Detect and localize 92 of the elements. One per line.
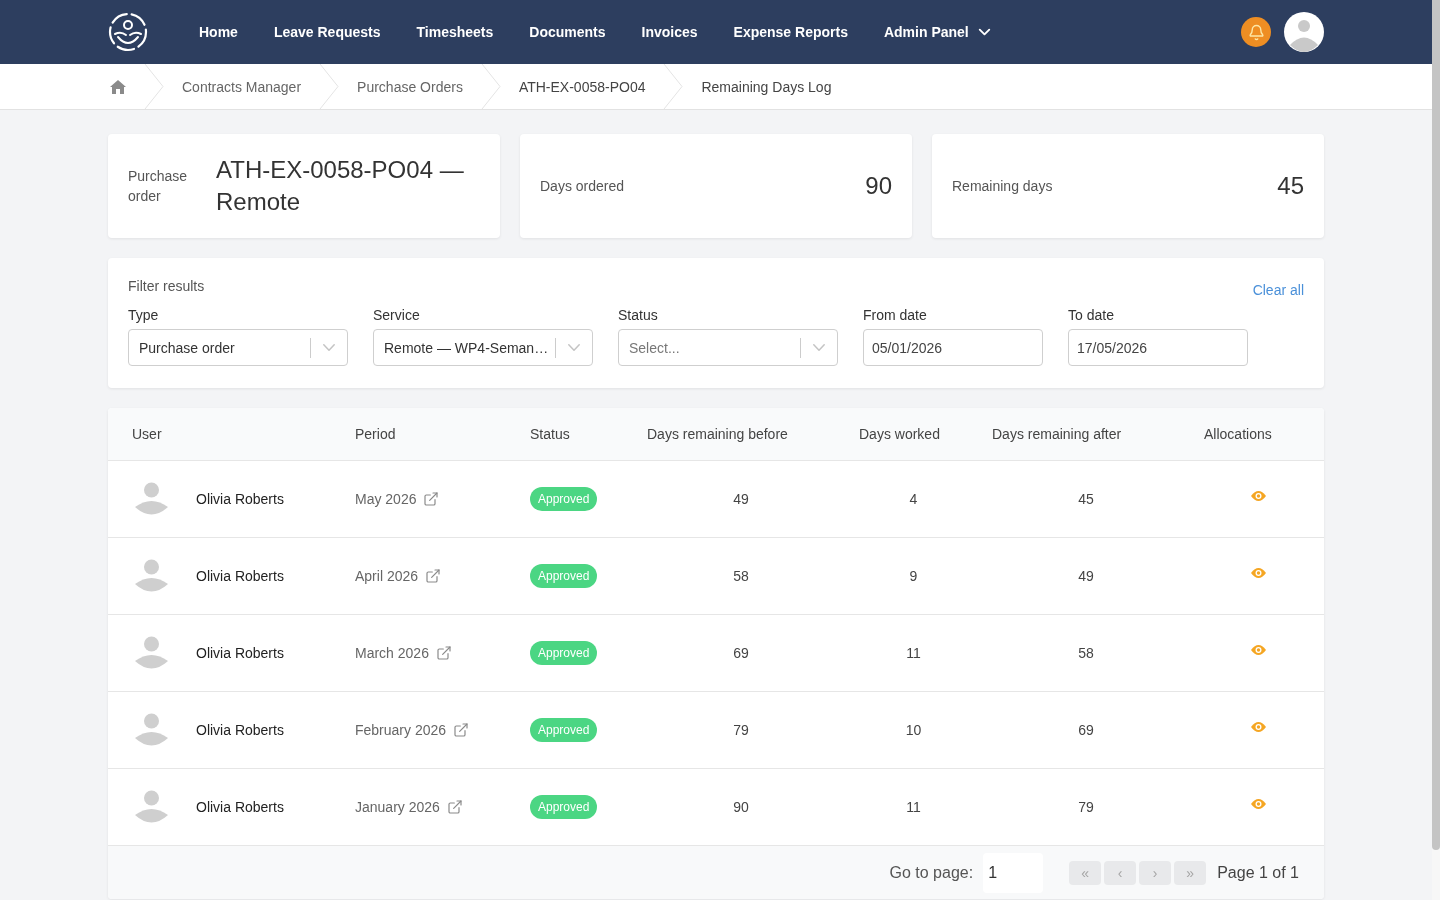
user-avatar-icon bbox=[135, 636, 168, 670]
page-info: Page 1 of 1 bbox=[1217, 863, 1299, 882]
nav-link[interactable]: Timesheets bbox=[416, 24, 494, 40]
go-to-page-label: Go to page: bbox=[889, 863, 974, 882]
eye-icon[interactable] bbox=[1250, 645, 1266, 655]
stat-value: 90 bbox=[865, 172, 892, 200]
select-field[interactable]: Purchase order bbox=[128, 329, 348, 366]
table-cell-text: 4 bbox=[908, 491, 919, 507]
eye-icon[interactable] bbox=[1250, 491, 1266, 501]
table-cell-text: 45 bbox=[1077, 491, 1095, 507]
eye-icon[interactable] bbox=[1250, 799, 1266, 809]
select-field[interactable]: Remote — WP4-Seman… bbox=[373, 329, 593, 366]
table-cell-text: 9 bbox=[908, 568, 919, 584]
column-header: Days remaining after bbox=[991, 426, 1123, 442]
user-avatar-icon bbox=[135, 559, 168, 593]
field-label: Status bbox=[618, 307, 659, 323]
field-label: To date bbox=[1068, 307, 1115, 323]
user-avatar-icon bbox=[135, 713, 168, 747]
select-field[interactable]: Select... bbox=[618, 329, 838, 366]
column-header: Days remaining before bbox=[646, 426, 789, 442]
external-link-icon[interactable] bbox=[425, 568, 442, 584]
external-link-icon[interactable] bbox=[453, 722, 470, 738]
date-field[interactable]: 17/05/2026 bbox=[1068, 329, 1248, 366]
status-badge: Approved bbox=[530, 641, 598, 665]
user-name: Olivia Roberts bbox=[196, 722, 284, 738]
status-badge: Approved bbox=[530, 564, 598, 588]
purchase-order-title: ATH-EX-0058-PO04 — Remote bbox=[216, 155, 465, 217]
breadcrumb-link[interactable]: Purchase Orders bbox=[357, 78, 463, 95]
stat-value: 45 bbox=[1277, 172, 1304, 200]
nav-link[interactable]: Documents bbox=[529, 24, 606, 40]
external-link-icon[interactable] bbox=[435, 645, 452, 661]
external-link-icon[interactable] bbox=[446, 799, 463, 815]
status-badge: Approved bbox=[530, 795, 598, 819]
nav-link[interactable]: Expense Reports bbox=[733, 24, 848, 40]
period-link[interactable]: April 2026 bbox=[355, 568, 419, 584]
status-badge: Approved bbox=[530, 487, 598, 511]
table-cell-text: 90 bbox=[732, 799, 750, 815]
card-label: Purchase order bbox=[128, 167, 189, 206]
table-cell-text: 58 bbox=[732, 568, 750, 584]
breadcrumb-link[interactable]: ATH-EX-0058-PO04 bbox=[518, 78, 646, 95]
status-badge: Approved bbox=[530, 718, 598, 742]
user-avatar-icon bbox=[135, 790, 168, 824]
breadcrumb-link[interactable]: Contracts Manager bbox=[182, 78, 302, 95]
table-cell-text: 10 bbox=[904, 722, 923, 738]
eye-icon[interactable] bbox=[1250, 722, 1266, 732]
field-label: Service bbox=[373, 307, 421, 323]
table-cell-text: 79 bbox=[732, 722, 750, 738]
period-link[interactable]: May 2026 bbox=[355, 491, 417, 507]
card-label: Remaining days bbox=[952, 177, 1053, 196]
period-link[interactable]: February 2026 bbox=[355, 722, 447, 738]
table-cell-text: 49 bbox=[732, 491, 750, 507]
table-cell-text: 11 bbox=[905, 645, 922, 661]
logo-icon[interactable] bbox=[108, 12, 148, 52]
column-header: User bbox=[131, 426, 163, 442]
nav-link[interactable]: Leave Requests bbox=[273, 24, 381, 40]
table-cell-text: 49 bbox=[1077, 568, 1095, 584]
filter-title: Filter results bbox=[128, 278, 205, 294]
chevron-down-icon bbox=[813, 344, 825, 351]
card-label: Days ordered bbox=[540, 177, 625, 196]
chevron-down-icon bbox=[323, 344, 335, 351]
chevron-down-icon bbox=[978, 29, 990, 35]
nav-link[interactable]: Invoices bbox=[641, 24, 698, 40]
scrollbar-thumb[interactable] bbox=[1432, 0, 1440, 850]
user-name: Olivia Roberts bbox=[196, 491, 284, 507]
user-name: Olivia Roberts bbox=[196, 799, 284, 815]
user-name: Olivia Roberts bbox=[196, 645, 284, 661]
admin-panel-menu[interactable]: Admin Panel bbox=[883, 24, 990, 40]
field-label: Type bbox=[128, 307, 160, 323]
period-link[interactable]: March 2026 bbox=[355, 645, 429, 661]
home-icon[interactable] bbox=[110, 79, 126, 94]
table-cell-text: 69 bbox=[732, 645, 750, 661]
external-link-icon[interactable] bbox=[423, 491, 440, 507]
page-number-field[interactable]: 1 bbox=[983, 852, 1044, 893]
breadcrumb-link[interactable]: Remaining Days Log bbox=[701, 78, 832, 95]
table-cell-text: 58 bbox=[1077, 645, 1095, 661]
user-avatar-icon bbox=[135, 482, 168, 516]
nav-link[interactable]: Home bbox=[199, 24, 238, 40]
user-name: Olivia Roberts bbox=[196, 568, 284, 584]
field-label: From date bbox=[863, 307, 928, 323]
table-cell-text: 11 bbox=[905, 799, 922, 815]
bell-icon[interactable] bbox=[1241, 17, 1271, 47]
column-header: Status bbox=[529, 426, 571, 442]
column-header: Days worked bbox=[858, 426, 941, 442]
table-cell-text: 79 bbox=[1077, 799, 1095, 815]
table-cell-text: 69 bbox=[1077, 722, 1095, 738]
column-header: Allocations bbox=[1203, 426, 1273, 442]
period-link[interactable]: January 2026 bbox=[355, 799, 440, 815]
eye-icon[interactable] bbox=[1250, 568, 1266, 578]
date-field[interactable]: 05/01/2026 bbox=[863, 329, 1043, 366]
column-header: Period bbox=[354, 426, 397, 442]
user-avatar-icon[interactable] bbox=[1284, 12, 1324, 52]
chevron-down-icon bbox=[568, 344, 580, 351]
